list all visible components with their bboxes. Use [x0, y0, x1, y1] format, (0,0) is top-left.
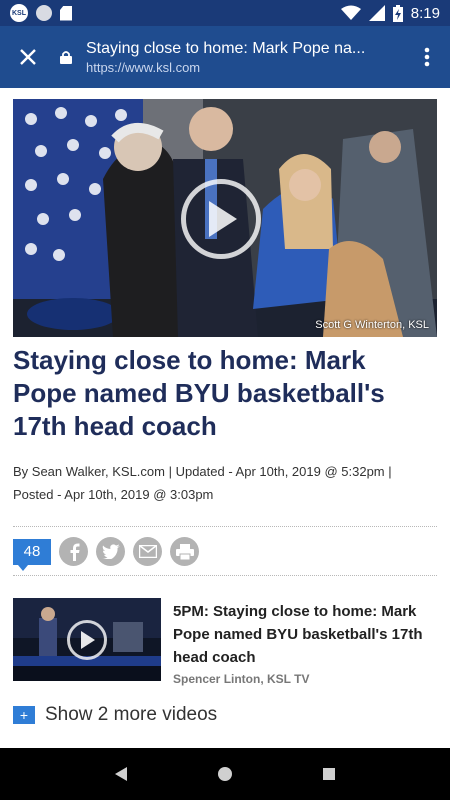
facebook-icon[interactable] [59, 537, 88, 566]
article-byline: By Sean Walker, KSL.com | Updated - Apr … [13, 460, 433, 506]
play-button[interactable] [181, 179, 261, 259]
signal-icon [368, 5, 385, 21]
lock-icon [56, 50, 76, 64]
clock: 8:19 [410, 4, 440, 22]
video-title[interactable]: 5PM: Staying close to home: Mark Pope na… [173, 600, 435, 669]
print-icon[interactable] [170, 537, 199, 566]
browser-toolbar: Staying close to home: Mark Pope na... h… [0, 26, 450, 88]
divider [13, 575, 437, 576]
comment-count-button[interactable]: 48 [13, 538, 51, 571]
related-video-card[interactable]: 5PM: Staying close to home: Mark Pope na… [13, 598, 437, 686]
video-author: Spencer Linton, KSL TV [173, 672, 310, 686]
byline-posted: Posted - Apr 10th, 2019 @ 3:03pm [13, 487, 214, 502]
plus-icon: + [13, 706, 35, 724]
recents-icon[interactable] [322, 767, 336, 781]
back-icon[interactable] [114, 766, 128, 782]
more-options-button[interactable] [404, 26, 450, 88]
share-bar: 48 [13, 537, 207, 571]
notification-icons: KSL [10, 4, 72, 22]
status-bar: KSL 8:19 [0, 0, 450, 26]
circle-app-icon [36, 5, 52, 21]
more-vert-icon [424, 47, 430, 67]
video-thumbnail[interactable] [13, 598, 161, 681]
close-button[interactable] [0, 26, 56, 88]
play-icon [81, 631, 95, 649]
system-icons: 8:19 [340, 4, 440, 22]
android-nav-bar [0, 748, 450, 800]
page-title: Staying close to home: Mark Pope na... [86, 39, 366, 57]
show-more-videos-label: Show 2 more videos [45, 704, 218, 725]
byline-updated: By Sean Walker, KSL.com | Updated - Apr … [13, 464, 392, 479]
video-play-button[interactable] [67, 620, 107, 660]
article-headline: Staying close to home: Mark Pope named B… [13, 345, 385, 441]
email-icon[interactable] [133, 537, 162, 566]
article-content: Scott G Winterton, KSL Staying close to … [0, 88, 450, 748]
divider [13, 526, 437, 527]
hero-video[interactable]: Scott G Winterton, KSL [13, 99, 437, 337]
sd-card-icon [60, 5, 72, 21]
battery-charging-icon [392, 4, 403, 22]
twitter-icon[interactable] [96, 537, 125, 566]
photo-credit: Scott G Winterton, KSL [315, 319, 429, 331]
close-icon [20, 49, 36, 65]
wifi-icon [340, 5, 361, 20]
page-url: https://www.ksl.com [86, 59, 201, 75]
play-icon [209, 201, 237, 237]
ksl-app-icon: KSL [10, 4, 28, 22]
url-bar[interactable]: Staying close to home: Mark Pope na... h… [56, 40, 404, 75]
show-more-videos-button[interactable]: + Show 2 more videos [13, 704, 217, 726]
home-icon[interactable] [217, 766, 233, 782]
